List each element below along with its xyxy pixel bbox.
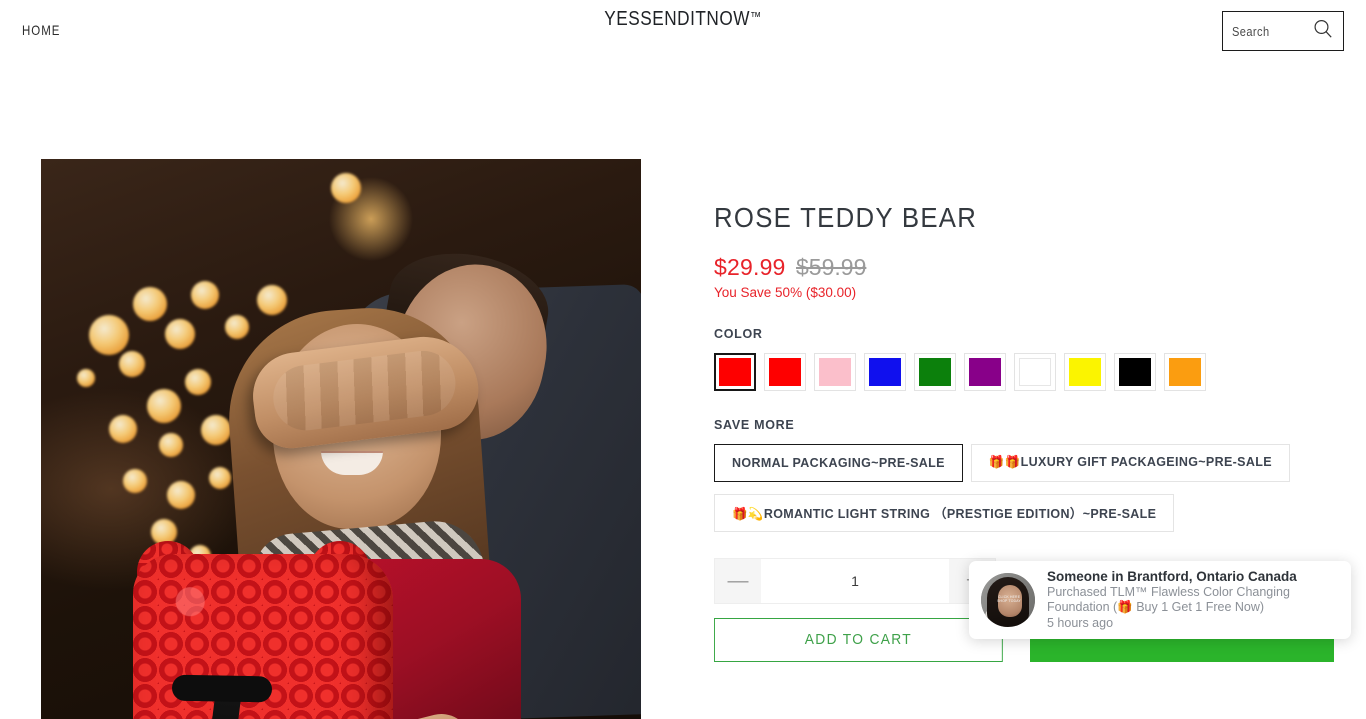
quantity-decrease-button[interactable]: — [715, 558, 761, 603]
color-swatch-green[interactable] [914, 352, 956, 391]
product-title: ROSE TEDDY BEAR [714, 202, 978, 233]
brand-trademark: ™ [749, 9, 762, 24]
brand-logo[interactable]: YESSENDITNOW™ [96, 8, 1271, 31]
avatar-caption: CLICK HERE SHOP TODAY [997, 595, 1021, 604]
color-swatch-orange[interactable] [1164, 352, 1206, 391]
color-swatch-yellow[interactable] [1064, 352, 1106, 391]
product-photo [41, 159, 641, 719]
color-swatch-red-2[interactable] [764, 352, 806, 391]
sales-notification-popup[interactable]: CLICK HERE SHOP TODAY Someone in Brantfo… [969, 561, 1351, 639]
search-icon[interactable] [1312, 18, 1334, 45]
variant-luxury-gift-packaging[interactable]: 🎁🎁LUXURY GIFT PACKAGEING~PRE-SALE [970, 443, 1290, 482]
color-swatch-blue[interactable] [864, 352, 906, 391]
notification-body: Someone in Brantford, Ontario Canada Pur… [1047, 568, 1339, 632]
price-block: $29.99 $59.99 You Save 50% ($30.00) [714, 256, 1334, 300]
notification-timestamp: 5 hours ago [1047, 616, 1114, 630]
variant-romantic-light-string[interactable]: 🎁💫ROMANTIC LIGHT STRING （PRESTIGE EDITIO… [714, 493, 1175, 532]
color-swatch-white[interactable] [1014, 352, 1056, 391]
add-to-cart-button[interactable]: ADD TO CART [714, 617, 1003, 662]
search-input[interactable] [1232, 23, 1295, 39]
brand-name: YESSENDITNOW [604, 8, 750, 30]
price-compare-at: $59.99 [796, 254, 867, 280]
color-swatch-red[interactable] [714, 352, 756, 391]
color-swatch-black[interactable] [1114, 352, 1156, 391]
nav-link-home[interactable]: HOME [22, 22, 60, 38]
site-header: HOME YESSENDITNOW™ [0, 0, 1366, 62]
color-swatch-pink[interactable] [814, 352, 856, 391]
color-swatch-purple[interactable] [964, 352, 1006, 391]
save-more-option-label: SAVE MORE [714, 417, 795, 432]
notification-title: Someone in Brantford, Ontario Canada [1047, 569, 1297, 584]
quantity-stepper[interactable]: — + [714, 557, 996, 604]
save-more-group-row-1: NORMAL PACKAGING~PRE-SALE 🎁🎁LUXURY GIFT … [714, 443, 1334, 482]
avatar: CLICK HERE SHOP TODAY [981, 573, 1035, 627]
variant-normal-packaging[interactable]: NORMAL PACKAGING~PRE-SALE [714, 443, 963, 482]
color-swatch-group [714, 352, 1334, 391]
notification-description: Purchased TLM™ Flawless Color Changing F… [1047, 585, 1290, 614]
product-image[interactable] [41, 159, 641, 719]
price-savings: You Save 50% ($30.00) [714, 285, 857, 300]
quantity-input[interactable] [761, 558, 949, 603]
save-more-group-row-2: 🎁💫ROMANTIC LIGHT STRING （PRESTIGE EDITIO… [714, 493, 1334, 532]
color-option-label: COLOR [714, 326, 763, 341]
search-box[interactable] [1222, 11, 1344, 51]
price-current: $29.99 [714, 254, 786, 280]
